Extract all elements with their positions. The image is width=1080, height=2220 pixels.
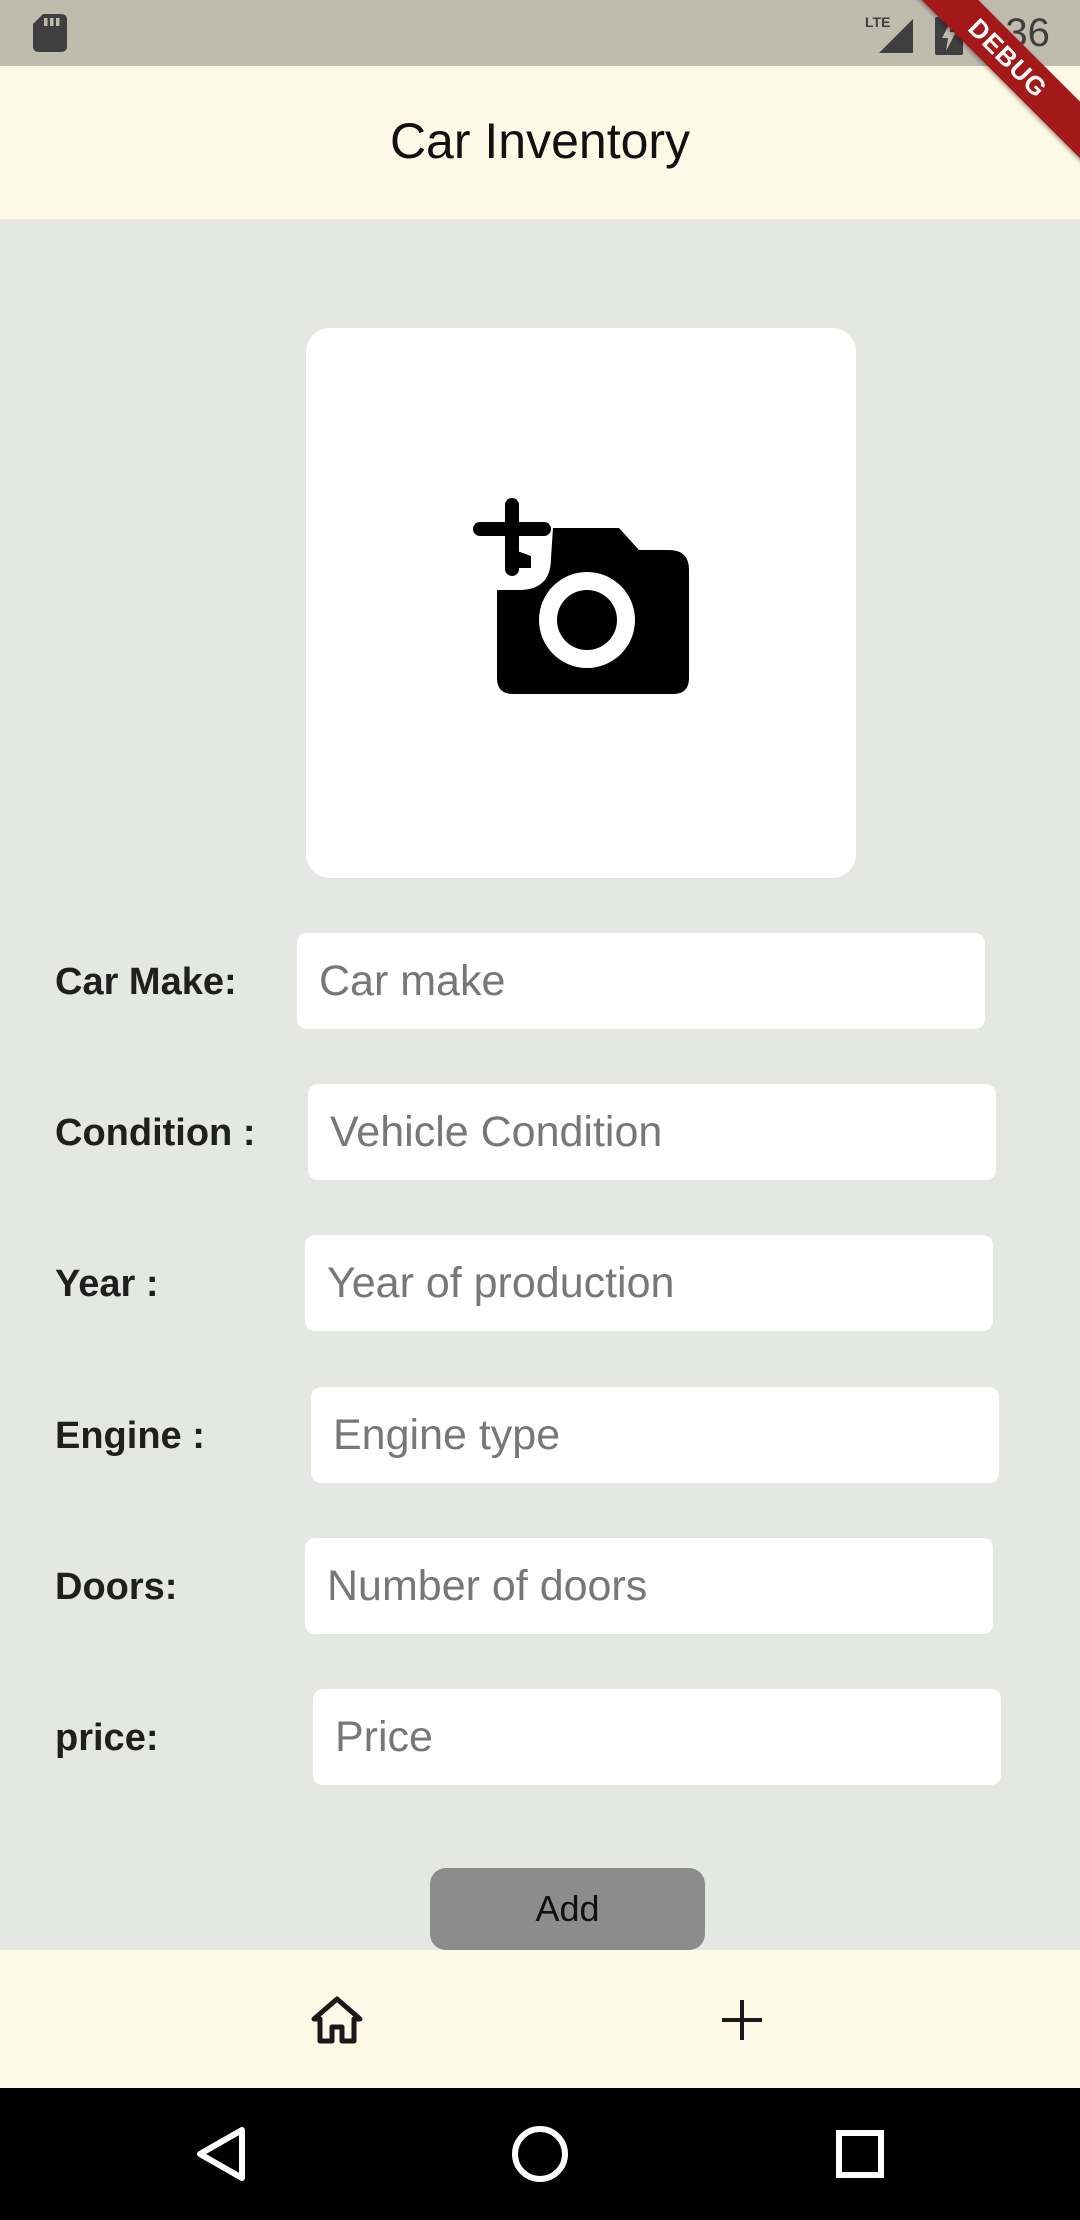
system-recents-button[interactable] [827, 2121, 893, 2187]
bottom-nav [0, 1950, 1080, 2088]
system-home-button[interactable] [507, 2121, 573, 2187]
car-make-input[interactable] [297, 933, 985, 1029]
recents-icon [836, 2130, 884, 2178]
nav-add-button[interactable] [700, 1990, 784, 2050]
year-input[interactable] [305, 1235, 993, 1331]
signal-icon: LTE [865, 14, 913, 53]
nav-home-button[interactable] [295, 1990, 379, 2050]
form-row-car-make: Car Make: [0, 933, 1080, 1029]
back-icon [197, 2127, 245, 2181]
system-nav-bar [0, 2088, 1080, 2220]
home-icon [311, 1996, 363, 2044]
system-back-button[interactable] [188, 2121, 254, 2187]
home-circle-icon [512, 2126, 568, 2182]
car-make-label: Car Make: [55, 961, 237, 1003]
engine-input[interactable] [311, 1387, 999, 1483]
add-icon [722, 2000, 762, 2040]
status-bar: LTE 2:36 [0, 0, 1080, 66]
network-label: LTE [865, 14, 890, 30]
doors-input[interactable] [305, 1538, 993, 1634]
doors-label: Doors: [55, 1566, 178, 1608]
price-label: price: [55, 1717, 159, 1759]
app-bar: Car Inventory [0, 66, 1080, 219]
form-row-year: Year : [0, 1235, 1080, 1331]
form-row-doors: Doors: [0, 1538, 1080, 1634]
image-picker[interactable] [306, 328, 856, 878]
form-row-engine: Engine : [0, 1387, 1080, 1483]
form-row-price: price: [0, 1689, 1080, 1785]
sd-card-icon [33, 14, 67, 52]
condition-input[interactable] [308, 1084, 996, 1180]
year-label: Year : [55, 1263, 159, 1305]
add-a-photo-icon [473, 498, 689, 694]
page-title: Car Inventory [389, 113, 691, 169]
form-row-condition: Condition : [0, 1084, 1080, 1180]
screen: LTE 2:36 DEBUG Car Inventory Car Make: [0, 0, 1080, 2220]
condition-label: Condition : [55, 1112, 256, 1154]
price-input[interactable] [313, 1689, 1001, 1785]
add-button[interactable]: Add [430, 1868, 705, 1950]
engine-label: Engine : [55, 1415, 205, 1457]
